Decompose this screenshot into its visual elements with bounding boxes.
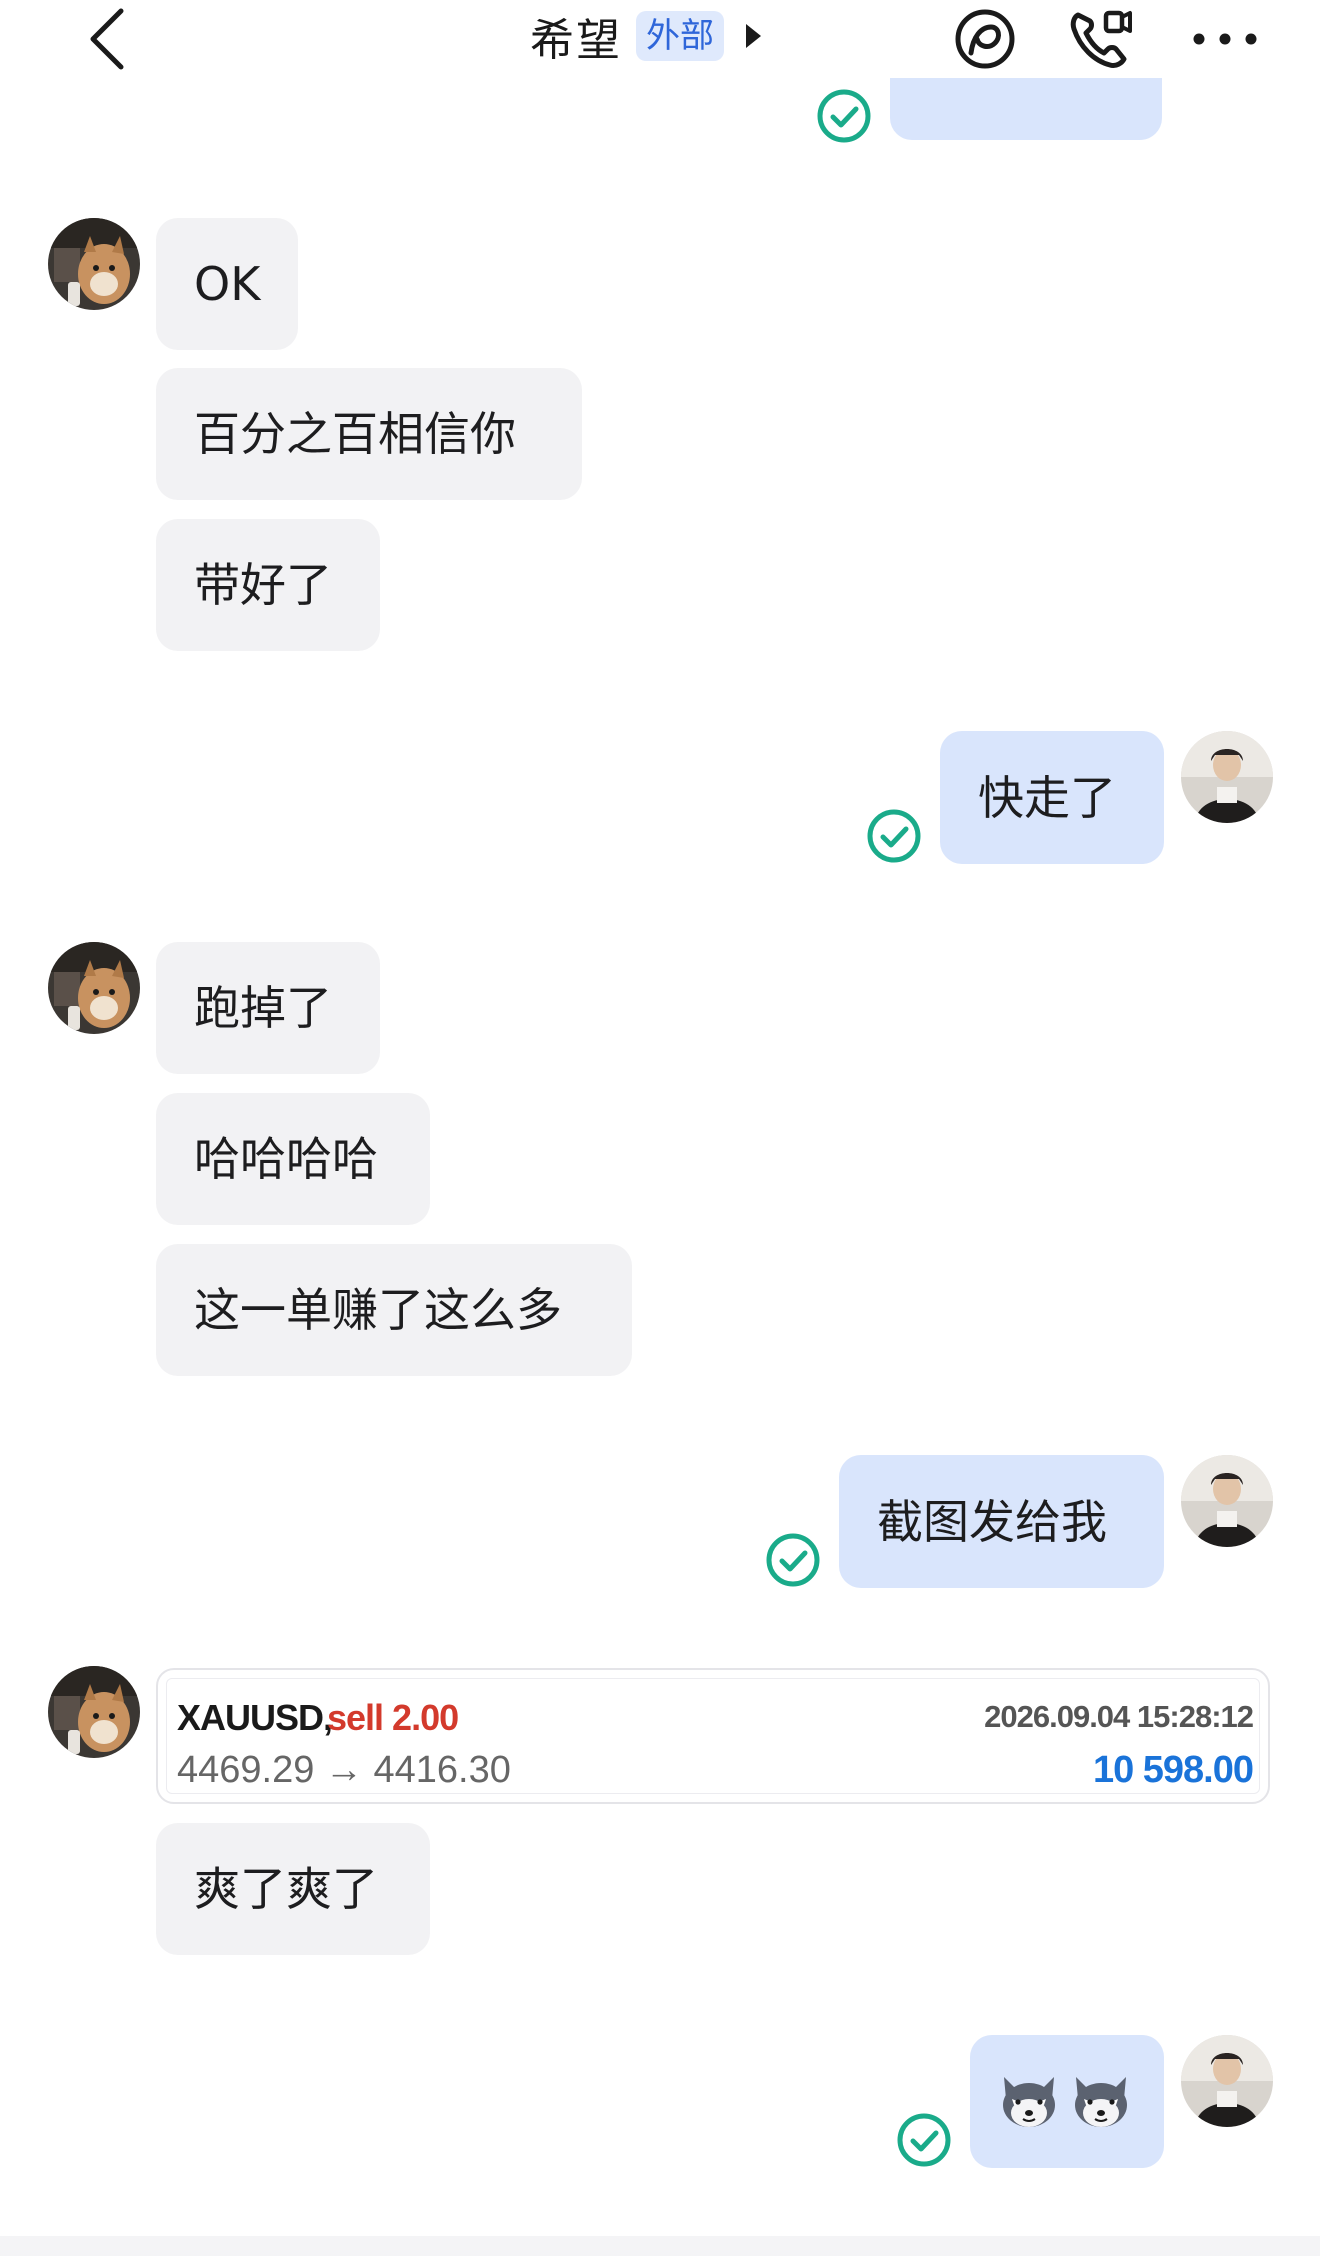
message-text: 爽了爽了 [194, 1862, 378, 1916]
avatar-contact[interactable] [48, 218, 140, 310]
share-circle-icon [955, 9, 1015, 69]
read-check-icon [817, 89, 871, 143]
trade-record: XAUUSD, sell 2.00 4469.29 → 4416.30 2026… [166, 1678, 1260, 1794]
message-bubble[interactable]: 百分之百相信你 [156, 368, 582, 500]
read-check-icon [867, 809, 921, 863]
trade-screenshot-card[interactable]: XAUUSD, sell 2.00 4469.29 → 4416.30 2026… [156, 1668, 1270, 1804]
message-text: 截图发给我 [877, 1494, 1107, 1549]
read-check-icon [766, 1533, 820, 1587]
message-bubble[interactable]: 这一单赚了这么多 [156, 1244, 632, 1376]
more-button[interactable] [1180, 0, 1270, 78]
call-button[interactable] [1060, 0, 1140, 78]
chat-header: 希望 外部 [0, 0, 1320, 78]
more-dots-icon [1193, 33, 1257, 45]
trade-side: sell 2.00 [327, 1697, 459, 1738]
man-avatar-icon [1181, 2035, 1273, 2127]
avatar-contact[interactable] [48, 1666, 140, 1758]
message-text: 带好了 [194, 558, 332, 612]
message-text: 哈哈哈哈 [194, 1132, 378, 1186]
external-badge: 外部 [636, 11, 724, 61]
phone-video-icon [1070, 10, 1132, 68]
man-avatar-icon [1181, 1455, 1273, 1547]
dog-avatar-icon [48, 218, 140, 310]
avatar-self[interactable] [1181, 1455, 1273, 1547]
message-text: OK [194, 257, 261, 311]
trade-prices: 4469.29 → 4416.30 [177, 1749, 511, 1791]
wolf-face-emoji-icon [1003, 2076, 1055, 2127]
message-bubble[interactable]: 爽了爽了 [156, 1823, 430, 1955]
trade-symbol: XAUUSD, [177, 1697, 333, 1738]
message-bubble[interactable]: OK [156, 218, 298, 350]
chevron-left-icon [90, 8, 124, 70]
chat-title-area[interactable]: 希望 外部 [530, 6, 762, 66]
message-bubble[interactable]: 带好了 [156, 519, 380, 651]
message-text: 这一单赚了这么多 [194, 1283, 562, 1337]
man-avatar-icon [1181, 731, 1273, 823]
chat-title: 希望 [530, 15, 622, 66]
dog-avatar-icon [48, 1666, 140, 1758]
avatar-self[interactable] [1181, 731, 1273, 823]
bottom-edge [0, 2236, 1320, 2256]
message-bubble[interactable]: 哈哈哈哈 [156, 1093, 430, 1225]
back-button[interactable] [72, 0, 142, 78]
avatar-contact[interactable] [48, 942, 140, 1034]
triangle-right-icon [746, 24, 761, 48]
message-text: 跑掉了 [194, 981, 332, 1035]
message-bubble[interactable]: 截图发给我 [839, 1455, 1164, 1588]
wolf-face-emoji-icon [1075, 2076, 1127, 2127]
message-bubble[interactable]: 跑掉了 [156, 942, 380, 1074]
emoji-message-bubble[interactable] [970, 2035, 1164, 2168]
read-check-icon [897, 2113, 951, 2167]
message-text: 百分之百相信你 [194, 407, 516, 461]
trade-profit: 10 598.00 [1092, 1749, 1254, 1791]
share-button[interactable] [945, 0, 1025, 78]
dog-avatar-icon [48, 942, 140, 1034]
trade-datetime: 2026.09.04 15:28:12 [984, 1699, 1254, 1734]
message-text: 快走了 [978, 770, 1116, 825]
message-bubble[interactable]: 快走了 [940, 731, 1164, 864]
avatar-self[interactable] [1181, 2035, 1273, 2127]
